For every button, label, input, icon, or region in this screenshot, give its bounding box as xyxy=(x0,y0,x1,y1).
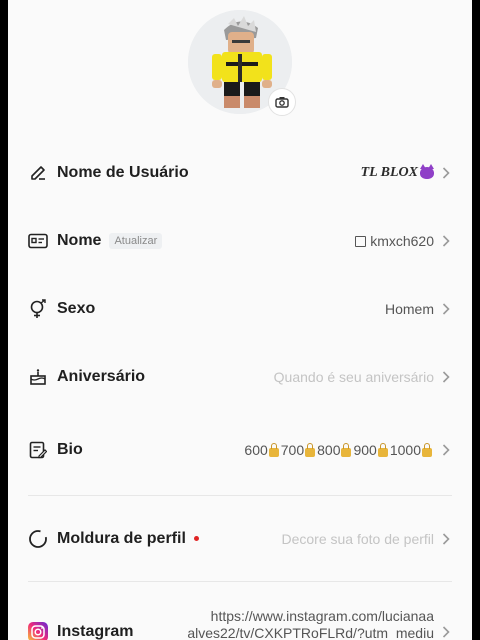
note-icon xyxy=(28,440,48,460)
name-row[interactable]: Nome Atualizar kmxch620 xyxy=(8,221,472,261)
instagram-link[interactable]: https://www.instagram.com/lucianaa alves… xyxy=(162,608,434,640)
devil-emoji-icon xyxy=(420,164,434,179)
copy-icon[interactable] xyxy=(355,235,367,247)
bio-label: Bio xyxy=(57,441,83,458)
lock-icon xyxy=(305,442,316,457)
bio-item: 800 xyxy=(317,442,353,458)
divider xyxy=(28,581,452,582)
bio-item: 600 xyxy=(244,442,280,458)
chevron-right-icon xyxy=(440,624,452,640)
chevron-right-icon xyxy=(440,369,452,385)
name-value-text: kmxch620 xyxy=(370,233,434,249)
profile-frame-label: Moldura de perfil xyxy=(57,530,199,548)
birthday-value: Quando é seu aniversário xyxy=(273,369,434,385)
divider xyxy=(28,495,452,496)
chevron-right-icon xyxy=(440,531,452,547)
bio-item: 1000 xyxy=(390,442,434,458)
lock-icon xyxy=(377,442,388,457)
profile-edit-screen: Nome de Usuário TL BLOX Nome Atualizar km… xyxy=(8,0,472,640)
bio-row[interactable]: Bio 600 700 800 900 1000 xyxy=(8,430,472,470)
bio-item: 900 xyxy=(353,442,389,458)
birthday-row[interactable]: Aniversário Quando é seu aniversário xyxy=(8,357,472,397)
instagram-row[interactable]: Instagram https://www.instagram.com/luci… xyxy=(8,608,472,640)
bio-value: 600 700 800 900 1000 xyxy=(244,442,434,458)
update-badge[interactable]: Atualizar xyxy=(109,232,163,249)
gender-label: Sexo xyxy=(57,300,96,317)
profile-frame-label-text: Moldura de perfil xyxy=(57,530,186,547)
gender-icon xyxy=(28,299,48,319)
avatar-container[interactable] xyxy=(188,10,296,116)
lock-icon xyxy=(422,442,432,457)
chevron-right-icon xyxy=(440,165,452,181)
birthday-label: Aniversário xyxy=(57,368,146,385)
camera-icon[interactable] xyxy=(268,88,296,116)
chevron-right-icon xyxy=(440,442,452,458)
name-value: kmxch620 xyxy=(355,233,434,249)
profile-frame-value: Decore sua foto de perfil xyxy=(281,531,434,547)
profile-frame-row[interactable]: Moldura de perfil Decore sua foto de per… xyxy=(8,519,472,559)
instagram-link-line1: https://www.instagram.com/lucianaa xyxy=(210,608,434,624)
instagram-label: Instagram xyxy=(57,623,134,640)
username-text: TL BLOX xyxy=(360,165,418,180)
pencil-icon xyxy=(28,163,48,183)
notification-dot xyxy=(193,536,199,542)
lock-icon xyxy=(341,442,352,457)
username-row[interactable]: Nome de Usuário TL BLOX xyxy=(8,153,472,193)
lock-icon xyxy=(268,442,279,457)
name-label: Nome Atualizar xyxy=(57,232,163,250)
username-value: TL BLOX xyxy=(360,164,434,181)
name-label-text: Nome xyxy=(57,232,102,249)
cake-icon xyxy=(28,367,48,387)
instagram-icon xyxy=(28,622,48,640)
gender-value: Homem xyxy=(384,301,434,317)
chevron-right-icon xyxy=(440,301,452,317)
instagram-link-line2: alves22/tv/CXKPTRoFLRd/?utm_mediu xyxy=(187,625,434,640)
id-card-icon xyxy=(28,231,48,251)
bio-item: 700 xyxy=(281,442,317,458)
gender-row[interactable]: Sexo Homem xyxy=(8,289,472,329)
chevron-right-icon xyxy=(440,233,452,249)
frame-icon xyxy=(28,529,48,549)
username-label: Nome de Usuário xyxy=(57,164,189,181)
